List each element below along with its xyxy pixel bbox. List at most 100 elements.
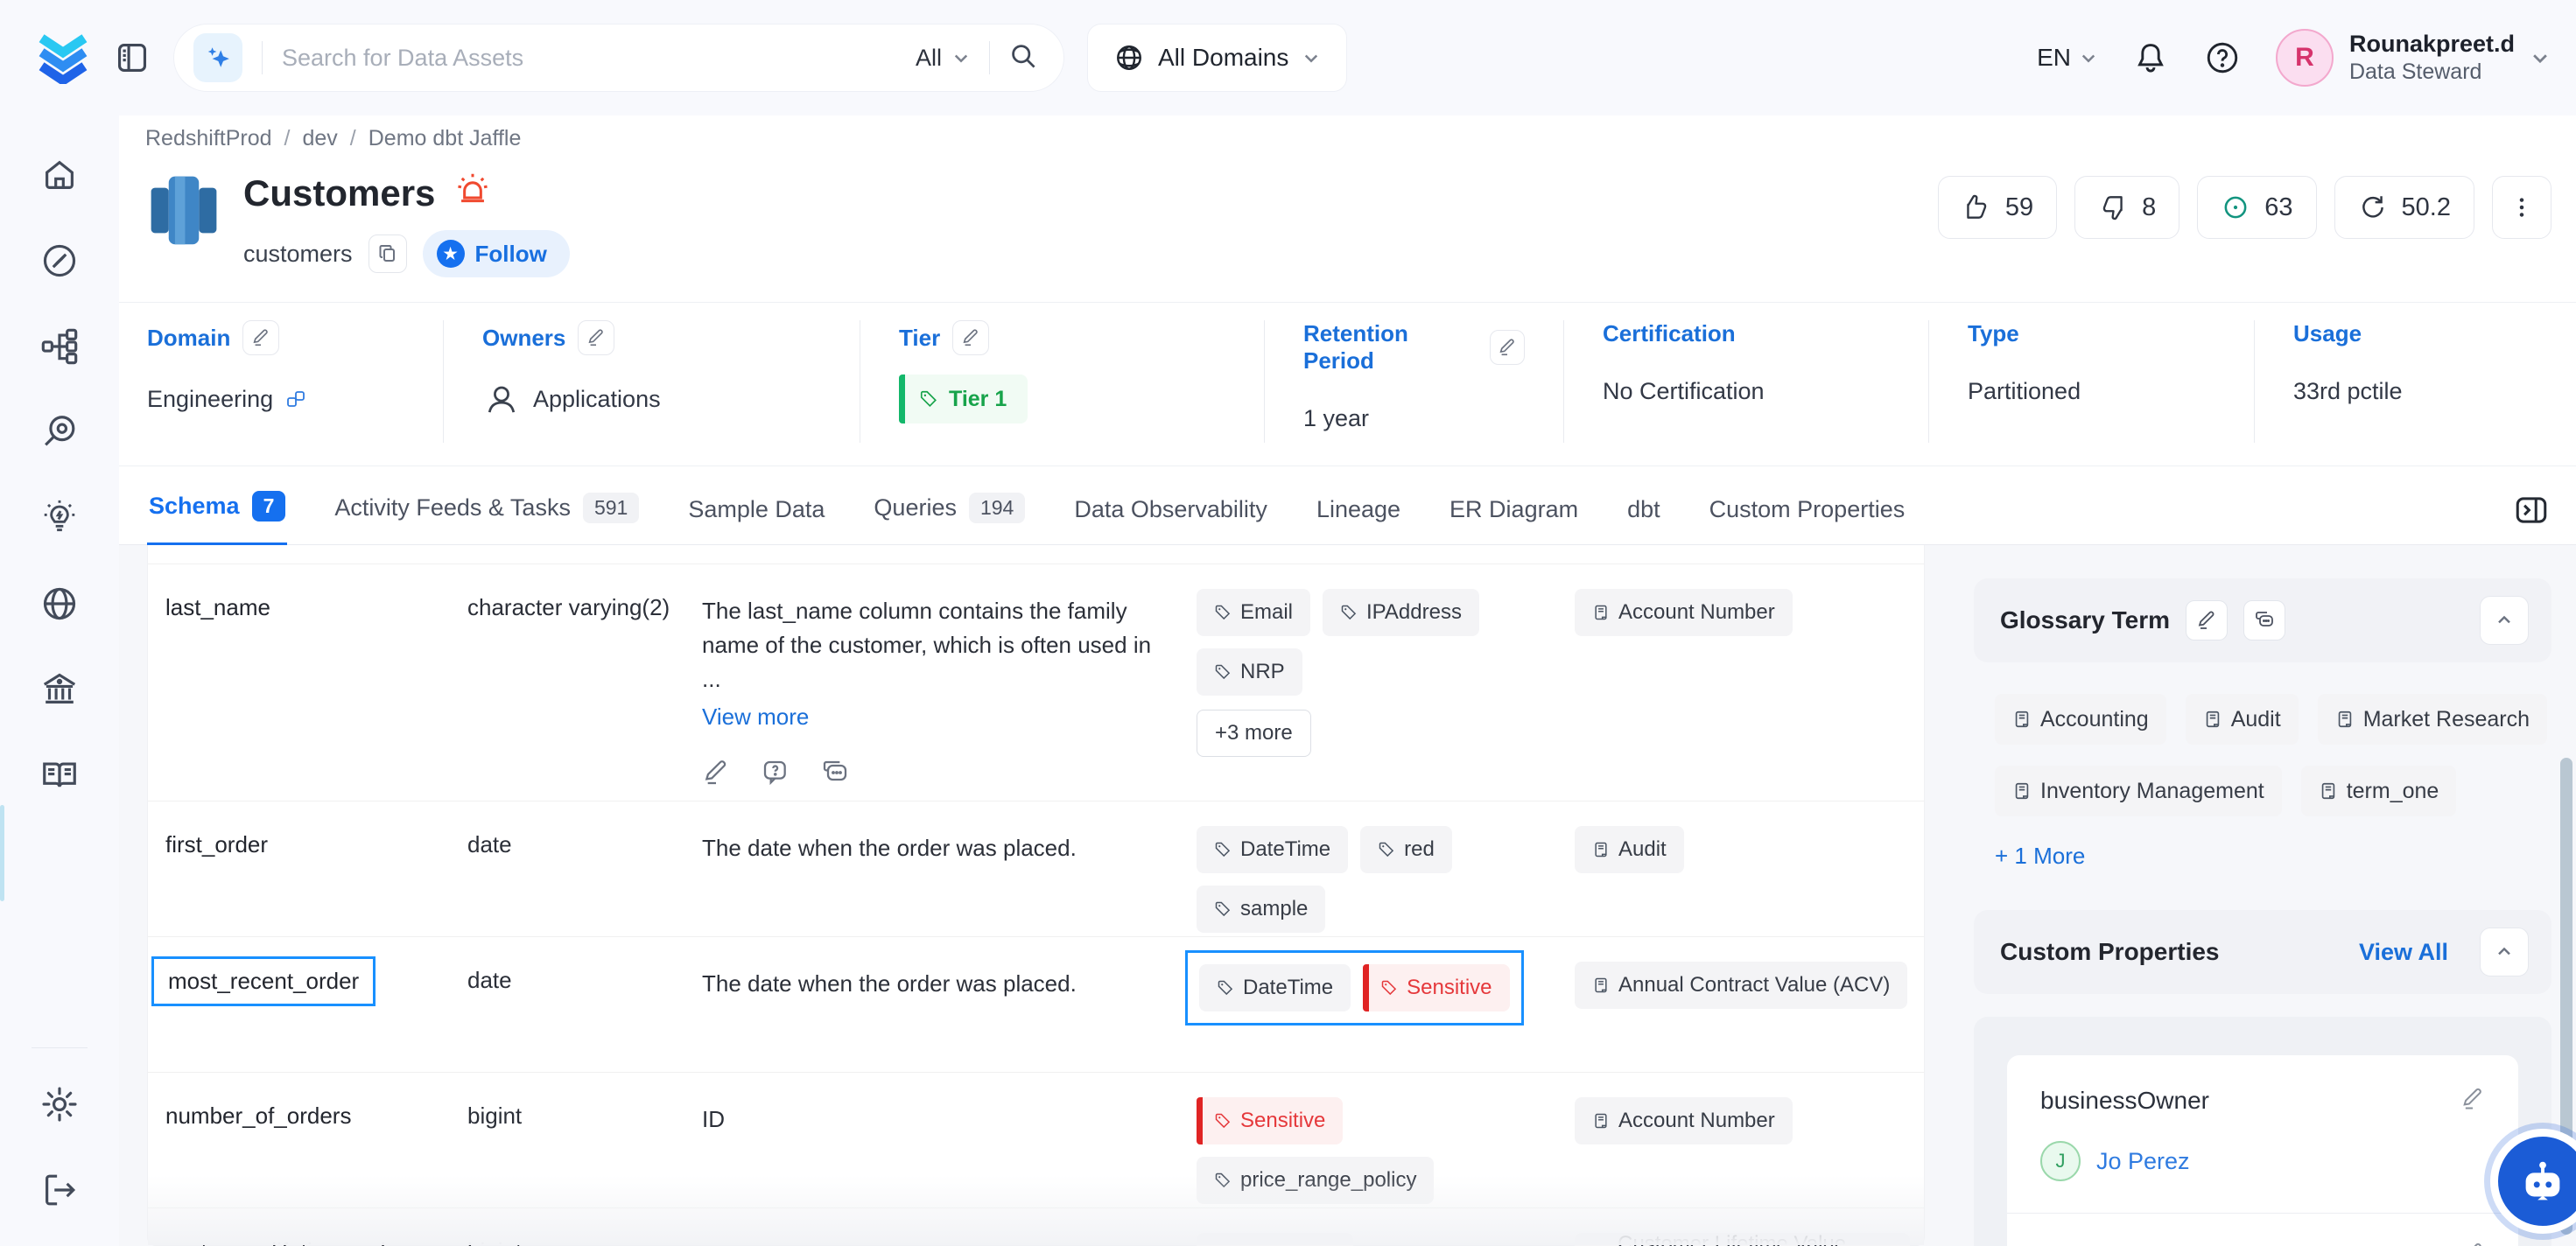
tier-chip[interactable]: Tier 1 bbox=[899, 374, 1028, 424]
glossary-term-chip[interactable]: Accounting bbox=[1995, 694, 2166, 745]
sidebar-item-govern-icon[interactable] bbox=[26, 656, 93, 723]
sidebar-item-home-icon[interactable] bbox=[26, 142, 93, 208]
breadcrumb-service[interactable]: RedshiftProd bbox=[145, 126, 272, 151]
tag-label: DateTime bbox=[1243, 976, 1333, 1000]
edit-owners-icon[interactable] bbox=[578, 320, 614, 355]
sidebar-item-insights-icon[interactable] bbox=[26, 485, 93, 551]
more-actions-kebab-icon[interactable] bbox=[2492, 176, 2551, 239]
help-icon[interactable] bbox=[2204, 39, 2241, 76]
sidebar-item-domains-icon[interactable] bbox=[26, 570, 93, 637]
tab-sample-data[interactable]: Sample Data bbox=[686, 496, 826, 544]
highlight-box: DateTime Sensitive bbox=[1185, 950, 1524, 1026]
sensitive-tag-chip[interactable]: Sensitive bbox=[1197, 1097, 1343, 1144]
user-avatar: R bbox=[2276, 29, 2334, 87]
meta-owners: Owners Applications bbox=[443, 320, 860, 443]
tag-icon bbox=[1340, 604, 1358, 621]
alert-siren-icon[interactable] bbox=[453, 169, 493, 218]
sidebar-item-lineage-icon[interactable] bbox=[26, 313, 93, 380]
glossary-term-label: Market Research bbox=[2363, 707, 2530, 732]
tab-schema[interactable]: Schema7 bbox=[147, 491, 287, 547]
logout-icon[interactable] bbox=[26, 1157, 93, 1223]
comments-icon[interactable] bbox=[821, 759, 849, 787]
downvote-button[interactable]: 8 bbox=[2074, 176, 2179, 239]
view-more-link[interactable]: View more bbox=[702, 700, 809, 734]
collapse-custom-properties-icon[interactable] bbox=[2480, 928, 2529, 976]
tab-data-observability[interactable]: Data Observability bbox=[1072, 496, 1269, 544]
table-row-highlighted[interactable]: most_recent_order date The date when the… bbox=[148, 937, 1924, 1073]
tag-chip[interactable]: NRP bbox=[1197, 648, 1302, 696]
domain-value[interactable]: Engineering bbox=[147, 386, 273, 413]
tag-icon bbox=[1214, 841, 1232, 858]
tag-chip[interactable]: DateTime bbox=[1199, 964, 1351, 1012]
search-icon[interactable] bbox=[1009, 42, 1037, 74]
breadcrumb-database[interactable]: dev bbox=[302, 126, 337, 151]
table-row[interactable]: number_of_orders bigint ID Sensitive pri… bbox=[148, 1073, 1924, 1208]
tab-queries[interactable]: Queries194 bbox=[872, 493, 1027, 544]
tab-dbt[interactable]: dbt bbox=[1625, 496, 1662, 544]
request-description-icon[interactable] bbox=[762, 759, 790, 787]
tag-icon bbox=[1380, 979, 1398, 997]
glossary-more-link[interactable]: + 1 More bbox=[1995, 843, 2085, 870]
table-row[interactable]: first_order date The date when the order… bbox=[148, 802, 1924, 937]
notifications-bell-icon[interactable] bbox=[2132, 39, 2169, 76]
sidebar-toggle-icon[interactable] bbox=[114, 39, 151, 76]
breadcrumb-schema[interactable]: Demo dbt Jaffle bbox=[369, 126, 522, 151]
tab-er-diagram[interactable]: ER Diagram bbox=[1448, 496, 1580, 544]
tag-chip[interactable]: DateTime bbox=[1197, 826, 1348, 873]
glossary-term-chip[interactable]: Audit bbox=[2186, 694, 2299, 745]
sidebar-item-glossary-icon[interactable] bbox=[26, 742, 93, 808]
sidebar-item-explore-icon[interactable] bbox=[26, 228, 93, 294]
sensitive-tag-chip[interactable]: Sensitive bbox=[1363, 964, 1509, 1012]
ai-sparkle-icon[interactable] bbox=[193, 33, 242, 82]
more-tags-chip[interactable]: +3 more bbox=[1197, 710, 1311, 757]
search-input[interactable] bbox=[282, 45, 896, 72]
search-scope-dropdown[interactable]: All bbox=[916, 45, 970, 72]
follow-button[interactable]: ★ Follow bbox=[423, 230, 570, 277]
edit-glossary-terms-icon[interactable] bbox=[2186, 600, 2228, 640]
copy-name-icon[interactable] bbox=[369, 234, 407, 273]
expand-panel-icon[interactable] bbox=[2513, 492, 2550, 544]
collapse-glossary-panel-icon[interactable] bbox=[2480, 596, 2529, 645]
tag-chip[interactable]: Email bbox=[1197, 589, 1310, 636]
tab-lineage[interactable]: Lineage bbox=[1315, 496, 1402, 544]
glossary-term-chip[interactable]: term_one bbox=[2301, 766, 2457, 816]
owners-value[interactable]: Applications bbox=[533, 386, 661, 413]
tag-chip[interactable]: IPAddress bbox=[1323, 589, 1479, 636]
edit-tier-icon[interactable] bbox=[952, 320, 989, 355]
glossary-term-chip[interactable]: Account Number bbox=[1575, 1097, 1793, 1144]
health-score-button[interactable]: 63 bbox=[2197, 176, 2316, 239]
edit-certified-icon[interactable] bbox=[2460, 1242, 2485, 1246]
glossary-term-chip[interactable]: Annual Contract Value (ACV) bbox=[1575, 962, 1907, 1009]
type-label: Type bbox=[1968, 320, 2019, 347]
table-row[interactable]: last_name character varying(2) The last_… bbox=[148, 564, 1924, 802]
domains-filter-button[interactable]: All Domains bbox=[1087, 24, 1347, 92]
glossary-comments-icon[interactable] bbox=[2243, 600, 2285, 640]
tag-chip[interactable]: price_range_policy bbox=[1197, 1157, 1434, 1204]
glossary-term-chip[interactable]: Inventory Management bbox=[1995, 766, 2282, 816]
tab-custom-properties[interactable]: Custom Properties bbox=[1708, 496, 1907, 544]
tag-chip[interactable]: sample bbox=[1197, 886, 1325, 933]
upvote-button[interactable]: 59 bbox=[1938, 176, 2057, 239]
owner-link[interactable]: Jo Perez bbox=[2096, 1148, 2190, 1175]
view-all-link[interactable]: View All bbox=[2359, 939, 2448, 966]
tag-chip[interactable]: IPAddress bbox=[1197, 1233, 1353, 1246]
edit-description-icon[interactable] bbox=[702, 759, 730, 787]
glossary-term-chip[interactable]: Market Research bbox=[2318, 694, 2547, 745]
edit-domain-icon[interactable] bbox=[242, 320, 279, 355]
tag-chip[interactable]: red bbox=[1360, 826, 1452, 873]
glossary-term-chip[interactable]: Customer Lifetime Value (CLV) bbox=[1575, 1233, 1910, 1246]
entity-meta-row: Domain Engineering Owners Applications T… bbox=[119, 302, 2576, 466]
app-logo-icon[interactable] bbox=[35, 28, 91, 88]
sidebar-item-observability-icon[interactable] bbox=[26, 399, 93, 466]
settings-gear-icon[interactable] bbox=[26, 1071, 93, 1138]
language-dropdown[interactable]: EN bbox=[2037, 44, 2097, 72]
user-menu[interactable]: R Rounakpreet.d Data Steward bbox=[2276, 29, 2550, 87]
tab-activity-feeds[interactable]: Activity Feeds & Tasks591 bbox=[333, 493, 641, 544]
edit-retention-icon[interactable] bbox=[1490, 330, 1525, 365]
edit-business-owner-icon[interactable] bbox=[2460, 1087, 2485, 1111]
table-row[interactable]: customer_lifetime_value bigint No Descri… bbox=[148, 1208, 1924, 1246]
entity-title: Customers bbox=[243, 172, 435, 214]
glossary-term-chip[interactable]: Audit bbox=[1575, 826, 1684, 873]
usage-score-button[interactable]: 50.2 bbox=[2334, 176, 2474, 239]
glossary-term-chip[interactable]: Account Number bbox=[1575, 589, 1793, 636]
